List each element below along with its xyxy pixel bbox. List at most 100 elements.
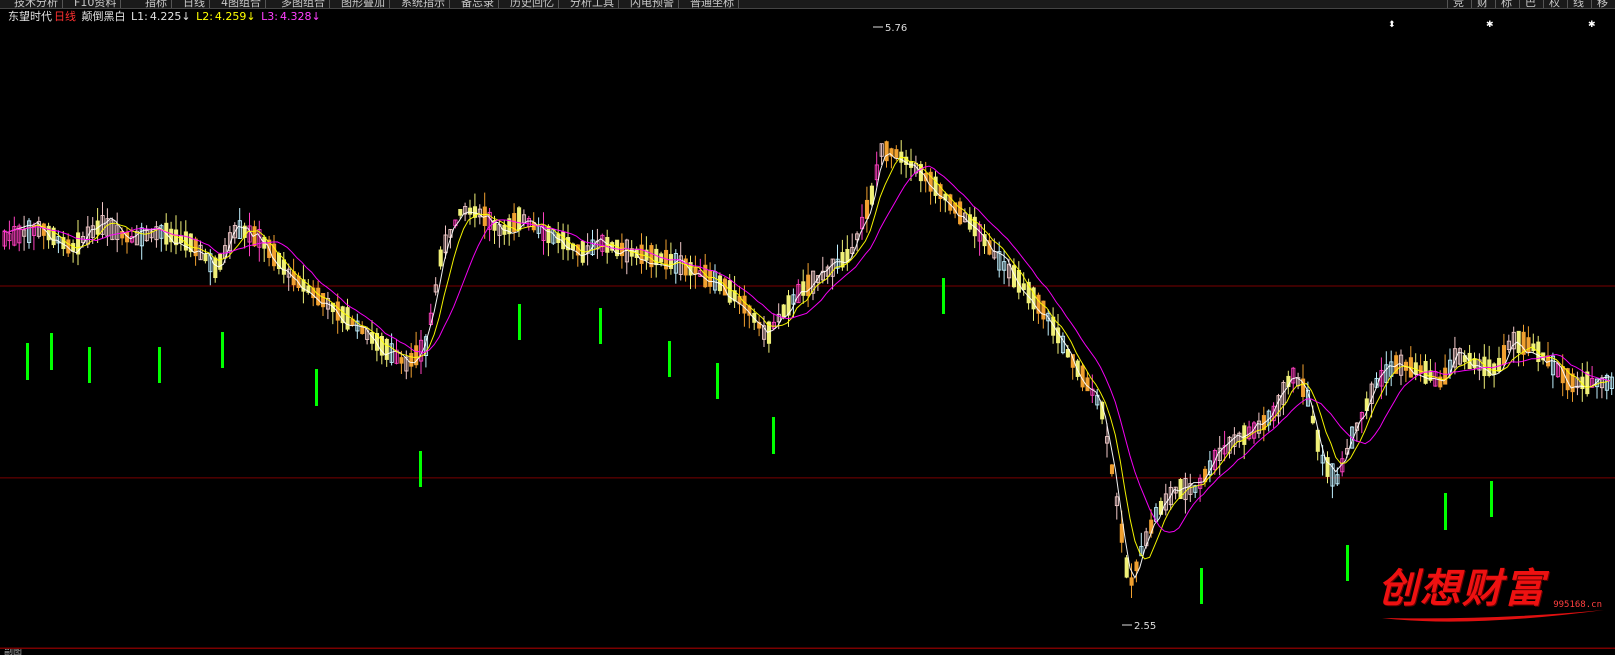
signal-bar-8 [599,308,602,344]
candle-300 [1472,352,1477,375]
signal-bar-7 [518,304,521,340]
candle-105 [517,206,522,237]
candle-250 [1227,436,1232,459]
low-price-label: 2.55 [1134,621,1156,632]
candle-1 [7,220,12,250]
candle-170 [835,244,840,274]
signal-bar-16 [1490,481,1493,517]
event-marker-icon-1: ✱ [1486,20,1494,30]
candle-176 [864,186,870,233]
kline-chart[interactable]: 5.76 2.55 ⬍ ✱ ✱ [0,0,1615,654]
event-marker-icon-2: ✱ [1588,20,1596,30]
candle-195 [958,197,963,226]
candle-118 [580,239,585,266]
candle-167 [820,256,825,284]
candle-187 [918,160,923,193]
candle-184 [904,149,909,178]
candle-94 [463,202,468,222]
candle-128 [629,240,634,266]
candle-131 [644,236,649,270]
candle-52 [257,220,262,262]
signal-bar-6 [419,451,422,487]
candle-315 [1546,341,1551,369]
signal-bar-0 [26,343,29,380]
candle-181 [889,147,894,169]
candle-163 [801,269,806,304]
candle-207 [1016,261,1021,300]
watermark-swoosh-icon [1382,610,1604,622]
candle-96 [472,193,478,228]
event-marker-icon-0: ⬍ [1388,20,1396,30]
signal-bar-1 [50,333,53,370]
candle-48 [237,208,242,239]
candle-5 [27,218,32,249]
candle-143 [703,253,708,289]
candle-110 [541,212,546,255]
grid-lines [0,285,1615,649]
candle-73 [360,321,365,335]
candle-197 [967,207,972,233]
candle-30 [149,228,154,243]
candle-2 [12,216,17,247]
signal-bar-15 [1444,493,1447,530]
candle-55 [272,234,277,271]
candle-22 [110,217,115,241]
signal-bar-12 [942,278,945,314]
candle-270 [1325,451,1330,484]
candle-190 [933,171,938,204]
candle-126 [619,233,625,269]
candle-305 [1497,346,1502,374]
candle-100 [492,215,497,245]
candle-21 [105,208,110,246]
candle-290 [1423,354,1428,385]
candle-227 [1114,492,1119,520]
high-price-label: 5.76 [885,23,907,34]
candle-213 [1046,309,1051,336]
candle-323 [1585,361,1590,397]
candle-237 [1163,483,1168,516]
candle-239 [1173,486,1178,500]
candle-174 [855,231,860,252]
ma-line-l1 [2,152,1611,579]
candle-253 [1242,422,1247,460]
candle-287 [1408,346,1413,378]
candle-175 [860,204,865,240]
candle-297 [1457,347,1462,366]
candle-38 [188,233,193,258]
candle-172 [845,235,850,271]
candle-318 [1560,354,1565,397]
candle-261 [1281,380,1286,416]
candle-154 [757,316,762,337]
candle-310 [1521,324,1526,367]
candle-180 [884,140,889,168]
candle-254 [1247,420,1252,441]
signal-bar-14 [1346,545,1349,581]
candle-53 [262,234,267,262]
candle-20 [100,202,105,239]
candle-31 [154,221,159,248]
candle-130 [639,233,644,274]
candle-0 [2,229,7,250]
candle-229 [1124,554,1129,579]
signal-bar-13 [1200,568,1203,604]
candle-252 [1237,431,1242,448]
signal-bar-5 [315,369,318,406]
candle-51 [252,220,257,248]
candle-283 [1389,350,1394,387]
ma-line-l3 [2,165,1611,533]
signal-bar-10 [716,363,719,399]
candle-286 [1403,359,1409,383]
candle-99 [487,207,492,242]
candle-320 [1570,368,1575,402]
candle-203 [997,241,1002,278]
candle-133 [654,244,659,278]
candle-4 [22,215,27,251]
candle-299 [1467,344,1472,370]
candle-132 [649,242,654,278]
candle-122 [600,233,605,256]
candle-292 [1433,362,1438,387]
candle-232 [1139,532,1144,557]
candle-78 [384,337,389,367]
candle-23 [115,212,120,253]
candle-311 [1526,326,1531,357]
